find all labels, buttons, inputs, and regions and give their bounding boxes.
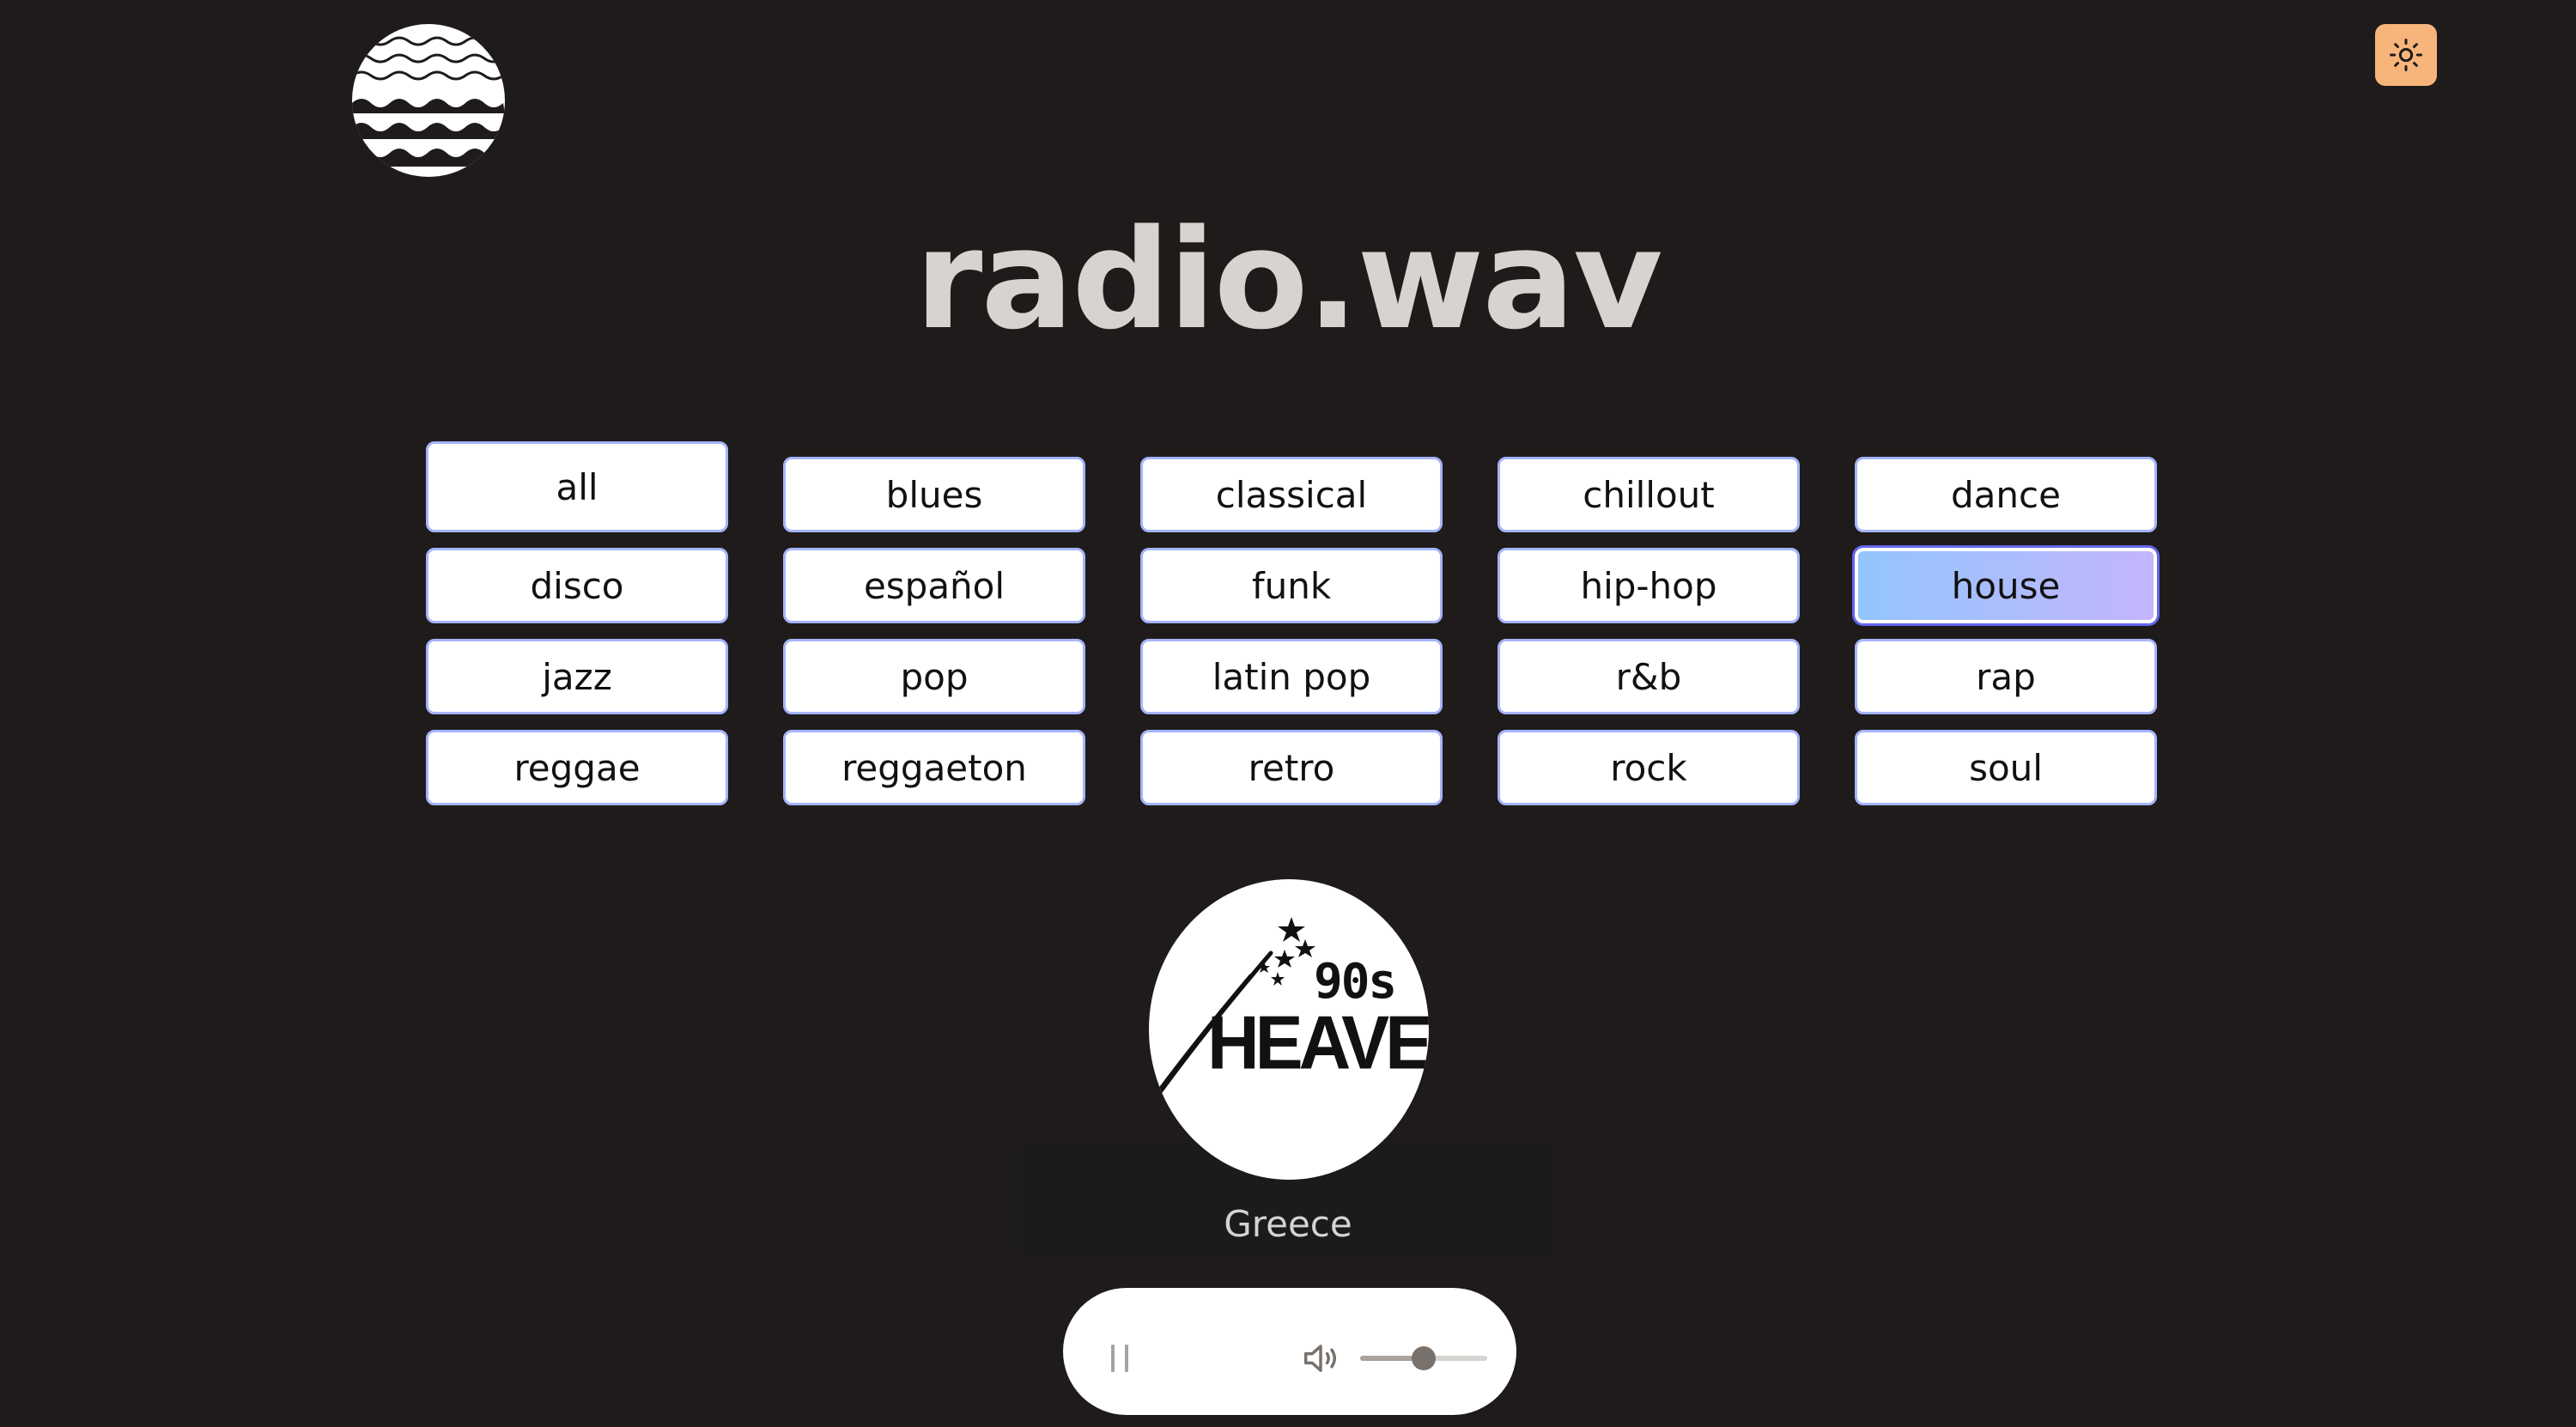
theme-toggle-button[interactable] [2375, 24, 2437, 86]
genre-button-latin-pop[interactable]: latin pop [1140, 639, 1443, 714]
pause-icon [1111, 1345, 1128, 1372]
genre-button-retro[interactable]: retro [1140, 730, 1443, 805]
genre-button-rnb[interactable]: r&b [1498, 639, 1800, 714]
genre-button-jazz[interactable]: jazz [426, 639, 728, 714]
volume-slider-thumb[interactable] [1412, 1346, 1436, 1370]
genre-button-chillout[interactable]: chillout [1498, 457, 1800, 532]
genre-button-rap[interactable]: rap [1855, 639, 2157, 714]
genre-button-house[interactable]: house [1855, 548, 2157, 623]
genre-button-pop[interactable]: pop [783, 639, 1085, 714]
genre-button-classical[interactable]: classical [1140, 457, 1443, 532]
genre-button-espanol[interactable]: español [783, 548, 1085, 623]
genre-filter-grid: all blues classical chillout dance disco… [426, 441, 2157, 805]
pause-button[interactable] [1101, 1338, 1139, 1379]
page-title: radio.wav [914, 199, 1662, 360]
genre-button-soul[interactable]: soul [1855, 730, 2157, 805]
volume-slider[interactable] [1360, 1346, 1487, 1370]
station-logo-line2: HEAVEN [1207, 1001, 1429, 1085]
genre-button-reggae[interactable]: reggae [426, 730, 728, 805]
genre-button-dance[interactable]: dance [1855, 457, 2157, 532]
sun-icon [2390, 39, 2422, 71]
star-icon [1258, 917, 1315, 986]
genre-button-blues[interactable]: blues [783, 457, 1085, 532]
waves-logo-icon[interactable] [352, 24, 505, 177]
station-logo[interactable]: 90s HEAVEN [1149, 879, 1429, 1180]
genre-button-reggaeton[interactable]: reggaeton [783, 730, 1085, 805]
genre-button-hip-hop[interactable]: hip-hop [1498, 548, 1800, 623]
station-country: Greece [1224, 1203, 1352, 1245]
genre-button-all[interactable]: all [426, 441, 728, 532]
volume-icon[interactable] [1298, 1336, 1343, 1381]
genre-button-rock[interactable]: rock [1498, 730, 1800, 805]
genre-button-disco[interactable]: disco [426, 548, 728, 623]
genre-button-funk[interactable]: funk [1140, 548, 1443, 623]
